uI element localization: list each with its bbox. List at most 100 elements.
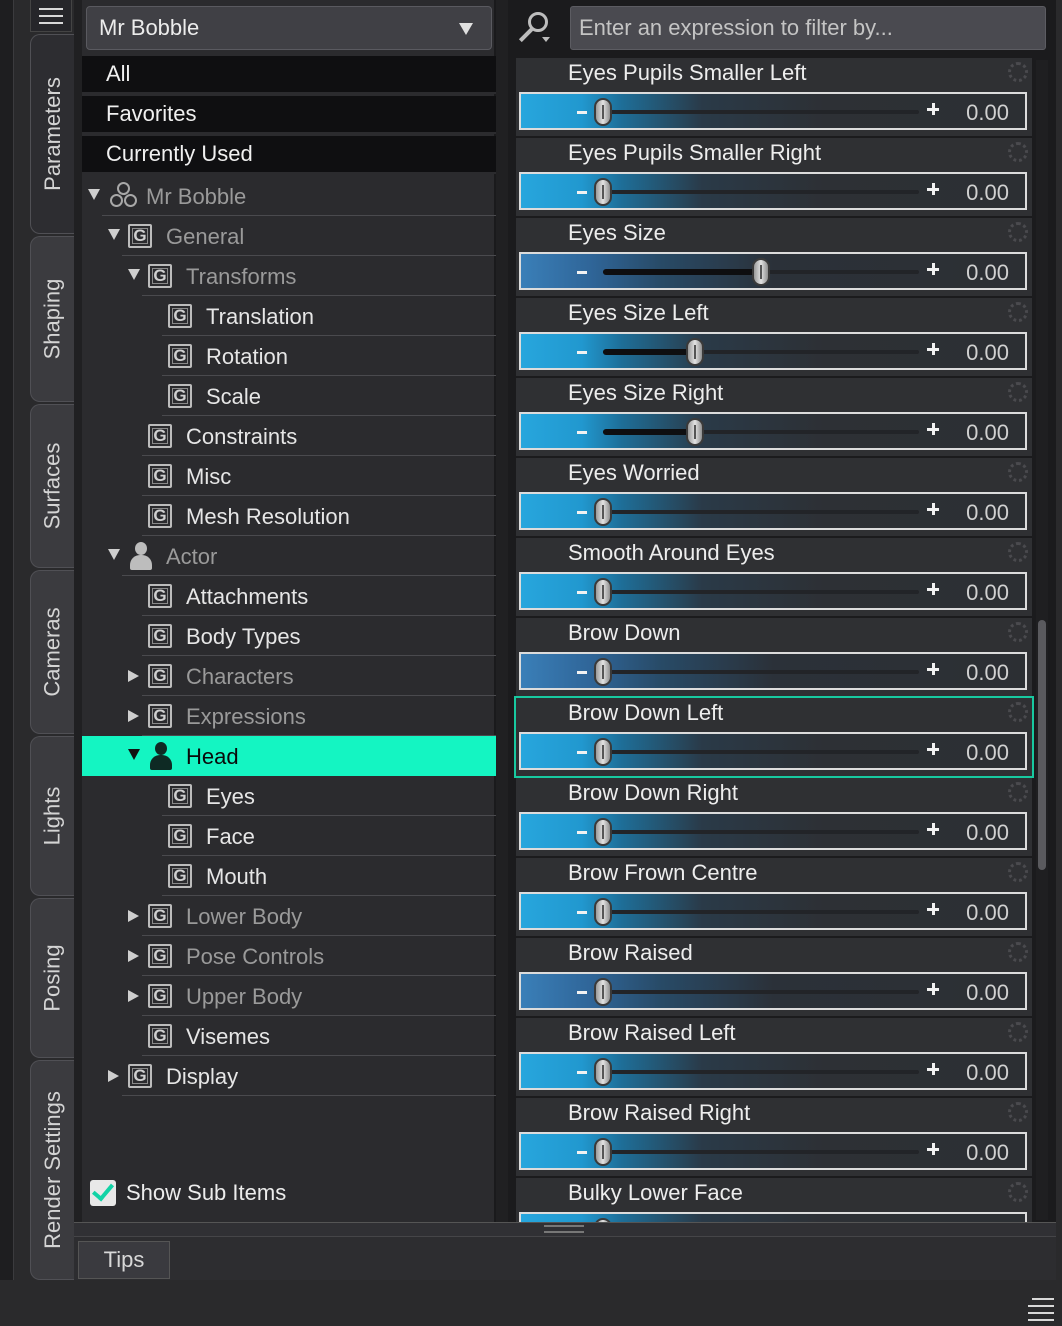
parameter-value[interactable]: 0.00: [966, 340, 1009, 366]
parameter-dial[interactable]: 0.00: [519, 572, 1027, 610]
tree-item-body-types[interactable]: Body Types: [82, 616, 496, 656]
tree-item-scale[interactable]: Scale: [82, 376, 496, 416]
tree-item-mr-bobble[interactable]: Mr Bobble: [82, 176, 496, 216]
slider-knob[interactable]: [594, 578, 612, 606]
decrement-icon[interactable]: [577, 271, 587, 274]
gear-icon[interactable]: [1008, 382, 1028, 402]
parameter-value[interactable]: 0.00: [966, 900, 1009, 926]
tree-item-rotation[interactable]: Rotation: [82, 336, 496, 376]
parameter-value[interactable]: 0.00: [966, 260, 1009, 286]
collapse-arrow-icon[interactable]: [128, 749, 140, 760]
slider-track[interactable]: [603, 830, 919, 834]
tree-item-actor[interactable]: Actor: [82, 536, 496, 576]
slider-knob[interactable]: [594, 978, 612, 1006]
slider-knob[interactable]: [594, 498, 612, 526]
parameter-dial[interactable]: 0.00: [519, 1052, 1027, 1090]
tab-cameras[interactable]: Cameras: [30, 570, 74, 734]
slider-knob[interactable]: [594, 738, 612, 766]
decrement-icon[interactable]: [577, 191, 587, 194]
slider-track[interactable]: [603, 1070, 919, 1074]
tree-item-head[interactable]: Head: [82, 736, 496, 776]
parameter-value[interactable]: 0.00: [966, 1140, 1009, 1166]
tree-item-face[interactable]: Face: [82, 816, 496, 856]
tree-item-mesh-resolution[interactable]: Mesh Resolution: [82, 496, 496, 536]
tree-item-visemes[interactable]: Visemes: [82, 1016, 496, 1056]
gear-icon[interactable]: [1008, 222, 1028, 242]
search-icon[interactable]: [518, 12, 550, 44]
increment-icon[interactable]: [927, 663, 939, 675]
collapse-arrow-icon[interactable]: [108, 549, 120, 560]
gear-icon[interactable]: [1008, 462, 1028, 482]
tree-item-constraints[interactable]: Constraints: [82, 416, 496, 456]
collapse-arrow-icon[interactable]: [88, 189, 100, 200]
slider-track[interactable]: [603, 750, 919, 754]
tree-item-pose-controls[interactable]: Pose Controls: [82, 936, 496, 976]
parameter-value[interactable]: 0.00: [966, 580, 1009, 606]
pane-options-icon[interactable]: [1022, 1296, 1054, 1322]
increment-icon[interactable]: [927, 1063, 939, 1075]
gear-icon[interactable]: [1008, 1182, 1028, 1202]
increment-icon[interactable]: [927, 343, 939, 355]
tree-item-translation[interactable]: Translation: [82, 296, 496, 336]
decrement-icon[interactable]: [577, 1151, 587, 1154]
tree-item-general[interactable]: General: [82, 216, 496, 256]
parameter-dial[interactable]: 0.00: [519, 892, 1027, 930]
slider-track[interactable]: [603, 670, 919, 674]
parameter-value[interactable]: 0.00: [966, 1060, 1009, 1086]
pane-menu-button[interactable]: [30, 0, 72, 32]
parameter-dial[interactable]: 0.00: [519, 92, 1027, 130]
slider-knob[interactable]: [594, 178, 612, 206]
decrement-icon[interactable]: [577, 431, 587, 434]
tree-item-misc[interactable]: Misc: [82, 456, 496, 496]
gear-icon[interactable]: [1008, 542, 1028, 562]
decrement-icon[interactable]: [577, 591, 587, 594]
parameter-dial[interactable]: 0.00: [519, 732, 1027, 770]
expand-arrow-icon[interactable]: [108, 1070, 119, 1082]
expand-arrow-icon[interactable]: [128, 710, 139, 722]
tab-tips[interactable]: Tips: [78, 1241, 170, 1279]
parameter-dial[interactable]: 0.00: [519, 652, 1027, 690]
increment-icon[interactable]: [927, 263, 939, 275]
tab-lights[interactable]: Lights: [30, 736, 74, 896]
decrement-icon[interactable]: [577, 831, 587, 834]
tree-item-attachments[interactable]: Attachments: [82, 576, 496, 616]
tree-item-expressions[interactable]: Expressions: [82, 696, 496, 736]
parameter-value[interactable]: 0.00: [966, 420, 1009, 446]
parameter-dial[interactable]: 0.00: [519, 1212, 1027, 1222]
slider-knob[interactable]: [685, 338, 704, 366]
expand-arrow-icon[interactable]: [128, 950, 139, 962]
slider-track[interactable]: [603, 110, 919, 114]
slider-knob[interactable]: [594, 1138, 612, 1166]
tree-item-display[interactable]: Display: [82, 1056, 496, 1096]
increment-icon[interactable]: [927, 743, 939, 755]
quick-filter-all[interactable]: All: [82, 56, 496, 94]
gear-icon[interactable]: [1008, 142, 1028, 162]
slider-track[interactable]: [603, 990, 919, 994]
parameter-dial[interactable]: 0.00: [519, 492, 1027, 530]
gear-icon[interactable]: [1008, 1102, 1028, 1122]
tab-shaping[interactable]: Shaping: [30, 236, 74, 402]
collapse-arrow-icon[interactable]: [108, 229, 120, 240]
gear-icon[interactable]: [1008, 942, 1028, 962]
slider-track[interactable]: [603, 1150, 919, 1154]
show-sub-items-checkbox[interactable]: Show Sub Items: [90, 1180, 286, 1206]
expand-arrow-icon[interactable]: [128, 910, 139, 922]
slider-knob[interactable]: [594, 98, 612, 126]
pane-resize-handle[interactable]: [74, 1222, 1056, 1236]
tree-item-mouth[interactable]: Mouth: [82, 856, 496, 896]
collapse-arrow-icon[interactable]: [128, 269, 140, 280]
parameter-dial[interactable]: 0.00: [519, 1132, 1027, 1170]
parameter-dial[interactable]: 0.00: [519, 252, 1027, 290]
parameter-value[interactable]: 0.00: [966, 740, 1009, 766]
gear-icon[interactable]: [1008, 862, 1028, 882]
tree-item-eyes[interactable]: Eyes: [82, 776, 496, 816]
slider-knob[interactable]: [594, 1058, 612, 1086]
parameter-dial[interactable]: 0.00: [519, 332, 1027, 370]
filter-input[interactable]: [570, 6, 1046, 50]
gear-icon[interactable]: [1008, 782, 1028, 802]
decrement-icon[interactable]: [577, 991, 587, 994]
increment-icon[interactable]: [927, 103, 939, 115]
tree-item-transforms[interactable]: Transforms: [82, 256, 496, 296]
decrement-icon[interactable]: [577, 751, 587, 754]
parameter-value[interactable]: 0.00: [966, 980, 1009, 1006]
